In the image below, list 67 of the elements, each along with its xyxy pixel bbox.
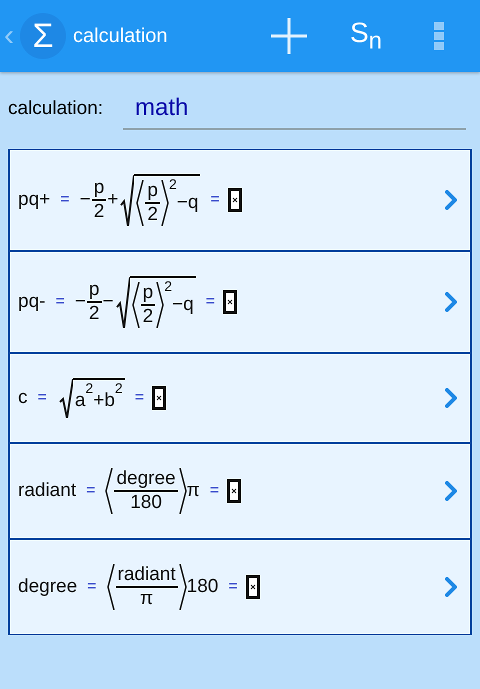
- formula-term: −: [74, 291, 86, 313]
- bracket-icon: [178, 468, 187, 514]
- formula-name: pq+: [18, 189, 50, 211]
- exponent: 2: [164, 278, 172, 294]
- result-box[interactable]: [223, 290, 237, 314]
- formula-term: a: [74, 390, 86, 412]
- add-icon[interactable]: [270, 17, 308, 55]
- result-box[interactable]: [246, 575, 260, 599]
- chevron-right-icon[interactable]: [444, 480, 458, 502]
- app-logo: Σ: [20, 13, 66, 59]
- app-title: calculation: [73, 24, 168, 48]
- formula-term: 2: [147, 204, 158, 226]
- equals-sign: =: [38, 389, 47, 407]
- formula-term: radiant: [118, 564, 176, 586]
- formula-name: degree: [18, 576, 78, 598]
- formula-term: −: [102, 291, 114, 313]
- field-label: calculation:: [8, 98, 104, 121]
- result-box[interactable]: [228, 188, 242, 212]
- formula-term: degree: [116, 468, 176, 490]
- formula-term: p: [147, 180, 158, 202]
- exponent: 2: [114, 380, 123, 396]
- formula-term: −q: [172, 294, 194, 316]
- bracket-icon: [156, 282, 164, 328]
- formula-term: π: [140, 588, 154, 610]
- bracket-icon: [105, 468, 114, 514]
- equals-sign: =: [55, 293, 65, 311]
- formula-term: p: [94, 177, 104, 199]
- chevron-right-icon[interactable]: [444, 189, 458, 211]
- exponent: 2: [168, 176, 177, 192]
- formula-name: radiant: [18, 480, 76, 502]
- equals-sign: =: [134, 389, 144, 407]
- bracket-icon: [132, 282, 140, 328]
- formula-term: p: [88, 279, 100, 301]
- formula-term: 2: [94, 201, 104, 223]
- formula-term: 2: [142, 306, 154, 328]
- result-box[interactable]: [227, 479, 242, 503]
- formula-term: 180: [130, 492, 162, 514]
- formula-name: c: [18, 387, 28, 409]
- bracket-icon: [160, 180, 169, 226]
- bracket-icon: [136, 180, 144, 226]
- bracket-icon: [178, 564, 187, 610]
- formula-term: p: [142, 282, 154, 304]
- chevron-right-icon[interactable]: [444, 291, 458, 313]
- equals-sign: =: [206, 293, 215, 311]
- formula-term: 2: [88, 303, 100, 325]
- equals-sign: =: [210, 191, 220, 209]
- equals-sign: =: [60, 191, 70, 209]
- menu-icon[interactable]: [434, 22, 444, 50]
- equals-sign: =: [86, 482, 96, 500]
- formula-term: +: [107, 189, 118, 211]
- formula-term: +b: [93, 390, 115, 412]
- formula-term: −: [80, 189, 91, 211]
- formula-term: −q: [176, 192, 198, 214]
- result-box[interactable]: [152, 386, 166, 410]
- exponent: 2: [85, 380, 94, 396]
- back-arrow[interactable]: ‹: [4, 19, 14, 53]
- equals-sign: =: [228, 578, 238, 596]
- formula-name: pq-: [18, 291, 46, 313]
- equals-sign: =: [87, 578, 97, 596]
- chevron-right-icon[interactable]: [444, 387, 458, 409]
- calculation-input[interactable]: math: [123, 94, 466, 130]
- formula-term: 180: [186, 576, 218, 598]
- formula-term: π: [186, 480, 200, 502]
- bracket-icon: [106, 564, 115, 610]
- chevron-right-icon[interactable]: [444, 576, 458, 598]
- equals-sign: =: [210, 482, 220, 500]
- sum-button[interactable]: S$_{n}$: [350, 16, 382, 56]
